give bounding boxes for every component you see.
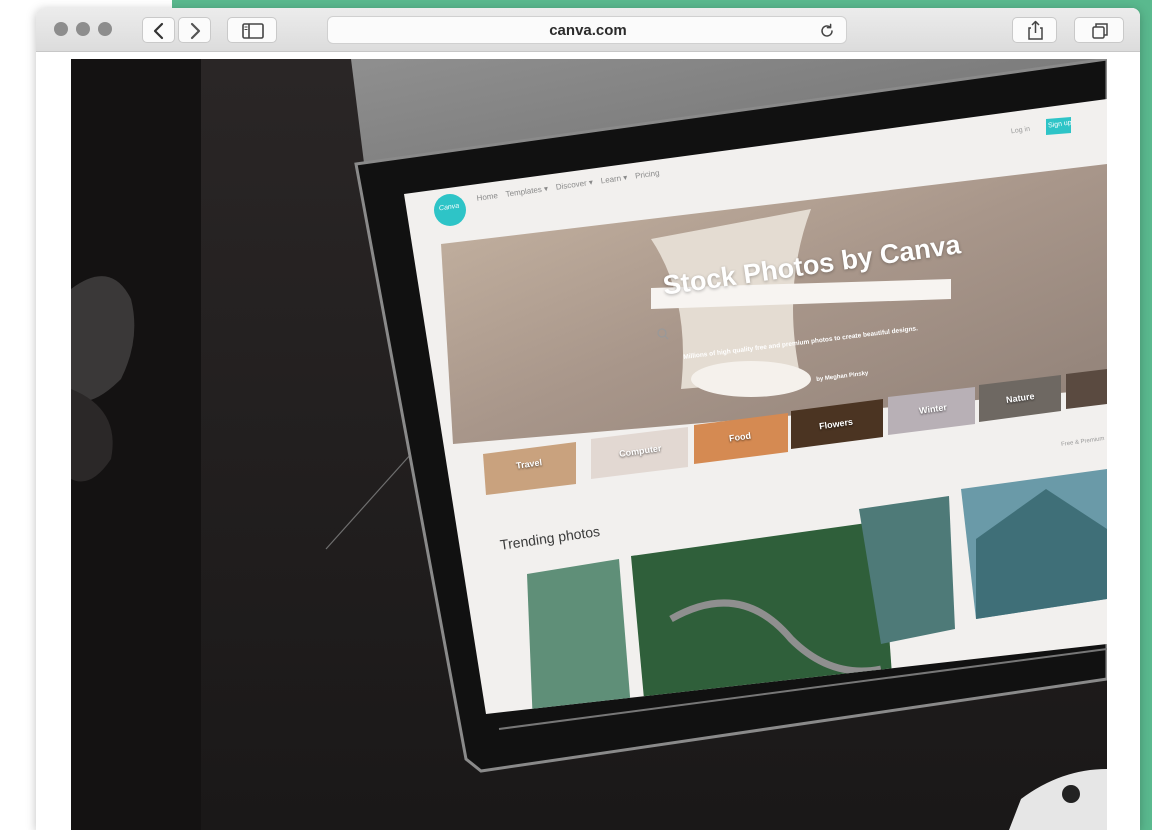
zoom-window-button[interactable] [98, 22, 112, 36]
tablet-device [354, 59, 1107, 773]
forward-button[interactable] [178, 17, 211, 43]
share-icon [1028, 20, 1043, 40]
browser-window: canva.com Canva Home Templates ▾ Discove… [36, 8, 1140, 830]
hero-photo: Canva Home Templates ▾ Discover ▾ Learn … [71, 59, 1107, 830]
sidebar-icon [242, 23, 264, 39]
minimize-window-button[interactable] [76, 22, 90, 36]
sidebar-toggle-button[interactable] [227, 17, 277, 43]
back-button[interactable] [142, 17, 175, 43]
tabs-icon [1092, 23, 1108, 39]
address-bar[interactable]: canva.com [327, 16, 847, 44]
close-window-button[interactable] [54, 22, 68, 36]
search-icon [657, 328, 669, 340]
chevron-left-icon [153, 22, 164, 40]
tabs-overview-button[interactable] [1074, 17, 1124, 43]
page-content: Canva Home Templates ▾ Discover ▾ Learn … [36, 53, 1140, 830]
browser-toolbar: canva.com [36, 8, 1140, 52]
share-button[interactable] [1012, 17, 1057, 43]
chevron-right-icon [190, 22, 201, 40]
reload-icon[interactable] [818, 22, 836, 40]
screenshot-stage: canva.com Canva Home Templates ▾ Discove… [0, 0, 1152, 830]
url-text: canva.com [549, 22, 627, 39]
